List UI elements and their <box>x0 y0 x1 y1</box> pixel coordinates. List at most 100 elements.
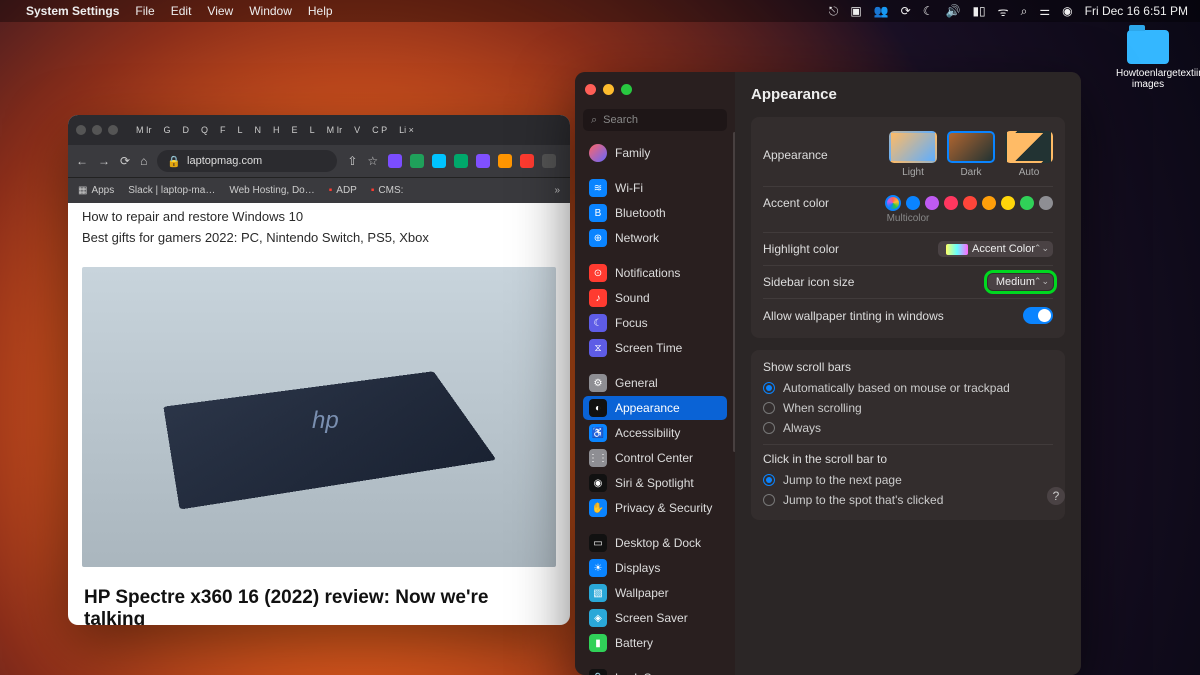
sidebar-item-sound[interactable]: ♪Sound <box>583 286 727 310</box>
ext-icon[interactable] <box>410 154 424 168</box>
accent-color-dot[interactable] <box>944 196 958 210</box>
sync-icon[interactable]: ⟳ <box>901 4 911 18</box>
article-headline[interactable]: HP Spectre x360 16 (2022) review: Now we… <box>68 577 570 625</box>
browser-tab[interactable]: C P <box>368 123 391 137</box>
accent-color-dot[interactable] <box>906 196 920 210</box>
sidebar-item-lock-screen[interactable]: 🔒Lock Screen <box>583 666 727 675</box>
menu-view[interactable]: View <box>207 4 233 18</box>
address-bar[interactable]: 🔒 laptopmag.com <box>157 150 337 172</box>
bookmark-item[interactable]: Web Hosting, Do… <box>229 185 314 196</box>
status-icon[interactable]: ⎋ <box>829 4 839 19</box>
sidebar-item-wallpaper[interactable]: ▧Wallpaper <box>583 581 727 605</box>
ext-icon[interactable] <box>498 154 512 168</box>
screenshare-icon[interactable]: ▣ <box>850 4 861 18</box>
browser-tab[interactable]: E <box>288 123 302 137</box>
desktop-folder[interactable]: HowtoenlargetextiinmacOS images <box>1116 30 1180 90</box>
menu-window[interactable]: Window <box>249 4 292 18</box>
ext-icon[interactable] <box>432 154 446 168</box>
siri-icon[interactable]: ◉ <box>1062 4 1072 18</box>
browser-tab[interactable]: L <box>234 123 247 137</box>
menu-app[interactable]: System Settings <box>26 4 119 18</box>
control-center-icon[interactable]: ⚌ <box>1039 4 1050 18</box>
sidebar-item-appearance[interactable]: ◐Appearance <box>583 396 727 420</box>
share-icon[interactable]: ⇧ <box>347 154 357 168</box>
sidebar-user[interactable]: Family <box>583 141 727 165</box>
bookmark-item[interactable]: ▪ ADP <box>329 185 357 196</box>
appearance-light[interactable]: Light <box>889 131 937 178</box>
sidebar-item-privacy-security[interactable]: ✋Privacy & Security <box>583 496 727 520</box>
sidebar-item-bluetooth[interactable]: BBluetooth <box>583 201 727 225</box>
accent-color-picker[interactable] <box>885 195 1053 211</box>
users-icon[interactable]: 👥 <box>874 4 889 18</box>
ext-icon[interactable] <box>542 154 556 168</box>
article-link[interactable]: How to repair and restore Windows 10 <box>82 209 556 224</box>
accent-color-dot[interactable] <box>1001 196 1015 210</box>
scrollbar-auto[interactable]: Automatically based on mouse or trackpad <box>763 378 1053 398</box>
scrollbar-always[interactable]: Always <box>763 418 1053 438</box>
bookmark-item[interactable]: Slack | laptop-ma… <box>128 185 215 196</box>
sidebar-item-screen-time[interactable]: ⧖Screen Time <box>583 336 727 360</box>
wifi-icon[interactable]: ᯤ <box>998 3 1009 20</box>
sidebar-icon-size-popup[interactable]: Medium⌃⌄ <box>988 274 1053 290</box>
menu-help[interactable]: Help <box>308 4 333 18</box>
browser-tab[interactable]: N <box>251 123 266 137</box>
accent-multicolor[interactable] <box>885 195 901 211</box>
sidebar-item-desktop-dock[interactable]: ▭Desktop & Dock <box>583 531 727 555</box>
browser-tab[interactable]: M Ir <box>132 123 156 137</box>
browser-tab[interactable]: Q <box>197 123 212 137</box>
browser-tab[interactable]: D <box>179 123 194 137</box>
browser-tab[interactable]: G <box>160 123 175 137</box>
appearance-dark[interactable]: Dark <box>947 131 995 178</box>
bookmark-apps[interactable]: ▦ Apps <box>78 185 114 196</box>
browser-traffic-lights[interactable] <box>76 125 118 135</box>
scrollbar-when-scrolling[interactable]: When scrolling <box>763 398 1053 418</box>
dnd-icon[interactable]: ☾ <box>923 4 934 18</box>
settings-search[interactable]: ⌕Search <box>583 109 727 131</box>
scrollclick-next-page[interactable]: Jump to the next page <box>763 470 1053 490</box>
accent-color-dot[interactable] <box>982 196 996 210</box>
reload-icon[interactable]: ⟳ <box>120 154 130 168</box>
overflow-icon[interactable]: » <box>554 185 560 196</box>
sidebar-item-siri-spotlight[interactable]: ◉Siri & Spotlight <box>583 471 727 495</box>
ext-icon[interactable] <box>454 154 468 168</box>
volume-icon[interactable]: 🔊 <box>946 4 961 18</box>
sidebar-item-displays[interactable]: ☀Displays <box>583 556 727 580</box>
bookmark-item[interactable]: ▪ CMS: <box>371 185 404 196</box>
menubar-clock[interactable]: Fri Dec 16 6:51 PM <box>1085 4 1188 18</box>
sidebar-item-network[interactable]: ⊕Network <box>583 226 727 250</box>
accent-color-dot[interactable] <box>1020 196 1034 210</box>
sidebar-item-control-center[interactable]: ⋮⋮Control Center <box>583 446 727 470</box>
browser-tab[interactable]: F <box>216 123 230 137</box>
ext-icon[interactable] <box>520 154 534 168</box>
accent-color-dot[interactable] <box>1039 196 1053 210</box>
browser-tab[interactable]: L <box>306 123 319 137</box>
forward-icon[interactable]: → <box>98 154 110 168</box>
ext-icon[interactable] <box>388 154 402 168</box>
article-link[interactable]: Best gifts for gamers 2022: PC, Nintendo… <box>82 230 556 245</box>
highlight-color-popup[interactable]: Accent Color ⌃⌄ <box>938 241 1053 257</box>
menu-edit[interactable]: Edit <box>171 4 192 18</box>
sidebar-item-notifications[interactable]: ⊙Notifications <box>583 261 727 285</box>
search-icon[interactable]: ⌕ <box>1021 4 1028 19</box>
help-button[interactable]: ? <box>1047 487 1065 505</box>
home-icon[interactable]: ⌂ <box>140 154 147 168</box>
sidebar-item-battery[interactable]: ▮Battery <box>583 631 727 655</box>
wallpaper-tinting-toggle[interactable] <box>1023 307 1053 324</box>
sidebar-item-accessibility[interactable]: ♿Accessibility <box>583 421 727 445</box>
browser-tab[interactable]: H <box>269 123 284 137</box>
browser-tab[interactable]: M Ir <box>323 123 347 137</box>
battery-icon[interactable]: ▮▯ <box>972 4 985 18</box>
sidebar-item-screen-saver[interactable]: ◈Screen Saver <box>583 606 727 630</box>
accent-color-dot[interactable] <box>963 196 977 210</box>
sidebar-item-wi-fi[interactable]: ≋Wi-Fi <box>583 176 727 200</box>
browser-tab[interactable]: Li × <box>395 123 418 137</box>
bookmark-icon[interactable]: ☆ <box>367 154 378 168</box>
scrollclick-jump-spot[interactable]: Jump to the spot that's clicked <box>763 490 1053 510</box>
browser-tab[interactable]: V <box>350 123 364 137</box>
menu-file[interactable]: File <box>135 4 154 18</box>
accent-color-dot[interactable] <box>925 196 939 210</box>
ext-icon[interactable] <box>476 154 490 168</box>
back-icon[interactable]: ← <box>76 154 88 168</box>
appearance-auto[interactable]: Auto <box>1005 131 1053 178</box>
sidebar-item-focus[interactable]: ☾Focus <box>583 311 727 335</box>
